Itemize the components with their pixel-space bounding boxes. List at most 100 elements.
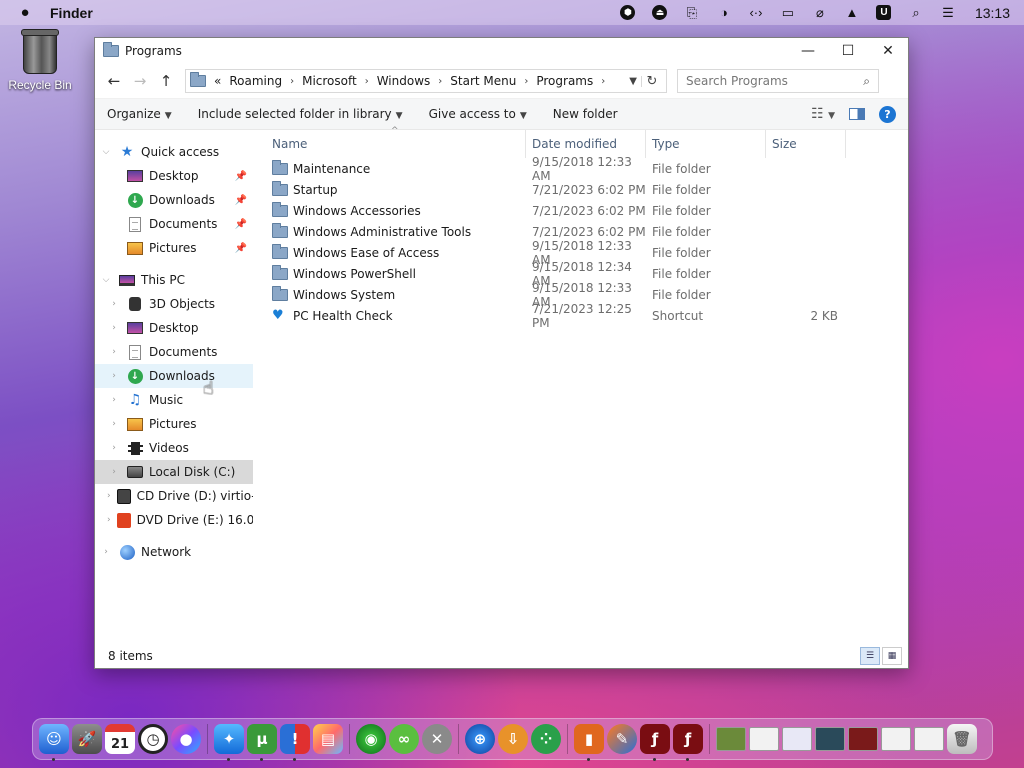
app-name-menu[interactable]: Finder <box>50 5 93 21</box>
up-arrow-icon[interactable]: ↑ <box>153 69 179 93</box>
code-icon[interactable]: ‹·› <box>747 5 765 21</box>
expanded-chevron-icon[interactable]: ⌵ <box>99 275 113 285</box>
breadcrumb-programs[interactable]: Programs <box>536 74 593 88</box>
preview-pane-icon[interactable] <box>849 108 865 120</box>
u-icon[interactable]: U <box>875 5 893 21</box>
menu-bar-clock[interactable]: 13:13 <box>975 5 1010 21</box>
muted-icon[interactable]: ⌀ <box>811 5 829 21</box>
address-bar[interactable]: « Roaming › Microsoft › Windows › Start … <box>185 69 667 93</box>
close-button[interactable]: ✕ <box>868 38 908 64</box>
window-thumbnail[interactable] <box>749 727 779 751</box>
safari-icon[interactable]: ✦ <box>214 724 244 761</box>
download-arrow-icon[interactable]: ⇩ <box>498 724 528 754</box>
pin-icon[interactable]: 📌 <box>235 195 247 206</box>
search-icon[interactable]: ⌕ <box>907 5 925 21</box>
link-icon[interactable]: ∞ <box>389 724 419 754</box>
minimize-button[interactable]: — <box>788 38 828 64</box>
paint-brush-icon[interactable]: ✎ <box>607 724 637 754</box>
utorrent-icon[interactable]: µ <box>247 724 277 761</box>
file-list-pane[interactable]: ^ Name Date modified Type Size Maintenan… <box>253 126 908 635</box>
tools-icon[interactable]: ✕ <box>422 724 452 754</box>
collapsed-chevron-icon[interactable]: › <box>107 467 121 477</box>
refresh-icon[interactable]: ↻ <box>642 74 662 89</box>
window-thumbnail[interactable] <box>881 727 911 751</box>
organize-button[interactable]: Organize ▼ <box>103 103 176 125</box>
new-folder-button[interactable]: New folder <box>549 103 622 125</box>
dots-grid-icon[interactable]: ⁘ <box>531 724 561 754</box>
nav-qa-desktop[interactable]: Desktop 📌 <box>95 164 253 188</box>
arrow-up-icon[interactable]: ▲ <box>843 5 861 21</box>
nav-pc-dvd-drive[interactable]: › DVD Drive (E:) 16.0. <box>95 508 253 532</box>
window-thumbnail[interactable] <box>848 727 878 751</box>
book-icon[interactable]: ▮ <box>574 724 604 761</box>
navigation-pane[interactable]: ⌵ ★ Quick access Desktop 📌 ↓ Downloads 📌… <box>95 130 253 635</box>
window-thumbnail[interactable] <box>716 727 746 751</box>
file-row[interactable]: Maintenance 9/15/2018 12:33 AM File fold… <box>253 155 908 183</box>
apple-logo-icon[interactable]: ● <box>171 724 201 754</box>
search-icon[interactable]: ⌕ <box>863 74 870 89</box>
give-access-button[interactable]: Give access to ▼ <box>425 103 531 125</box>
calendar-icon[interactable]: 21 <box>105 724 135 754</box>
control-center-icon[interactable]: ☰ <box>939 5 957 21</box>
breadcrumb-windows[interactable]: Windows <box>377 74 431 88</box>
search-box[interactable]: Search Programs ⌕ <box>677 69 879 93</box>
nav-pc-music[interactable]: › ♫ Music <box>95 388 253 412</box>
trash-icon[interactable]: 🗑 <box>947 724 977 754</box>
app-status-icon[interactable]: ⬢ <box>619 5 637 21</box>
nav-pc-pictures[interactable]: › Pictures <box>95 412 253 436</box>
display-icon[interactable]: ▭ <box>779 5 797 21</box>
help-icon[interactable]: ? <box>879 105 896 123</box>
flash-player-icon[interactable]: ƒ <box>673 724 703 761</box>
photos-icon[interactable]: ▤ <box>313 724 343 754</box>
eject-circle-icon[interactable]: ⏏ <box>651 5 669 21</box>
breadcrumb-overflow[interactable]: « <box>214 74 221 88</box>
launchpad-icon[interactable]: 🚀 <box>72 724 102 754</box>
clock-icon[interactable]: ◷ <box>138 724 168 754</box>
change-view-icon[interactable]: ☷ ▼ <box>811 106 835 122</box>
finder-icon[interactable]: ☺ <box>39 724 69 761</box>
pin-icon[interactable]: 📌 <box>235 219 247 230</box>
nav-quick-access[interactable]: ⌵ ★ Quick access <box>95 140 253 164</box>
collapsed-chevron-icon[interactable]: › <box>107 443 121 453</box>
nav-pc-desktop[interactable]: › Desktop <box>95 316 253 340</box>
expanded-chevron-icon[interactable]: ⌵ <box>99 147 113 157</box>
clipboard-icon[interactable]: ⎘ <box>683 5 701 21</box>
network-globe-icon[interactable]: ⊕ <box>465 724 495 754</box>
breadcrumb-start-menu[interactable]: Start Menu <box>450 74 516 88</box>
large-icons-view-icon[interactable]: ▦ <box>882 647 902 665</box>
flash-icon[interactable]: ƒ <box>640 724 670 761</box>
back-arrow-icon[interactable]: ← <box>101 69 127 93</box>
column-header-date[interactable]: Date modified <box>526 130 646 158</box>
breadcrumb-chevron-icon[interactable]: › <box>601 76 605 87</box>
file-row[interactable]: Startup 7/21/2023 6:02 PM File folder <box>253 179 908 200</box>
file-row[interactable]: Windows Accessories 7/21/2023 6:02 PM Fi… <box>253 200 908 221</box>
green-globe-icon[interactable]: ◉ <box>356 724 386 754</box>
column-header-size[interactable]: Size <box>766 130 846 158</box>
file-row[interactable]: ♥ PC Health Check 7/21/2023 12:25 PM Shor… <box>253 302 908 330</box>
window-thumbnail[interactable] <box>914 727 944 751</box>
nav-pc-cd-drive[interactable]: › CD Drive (D:) virtio- <box>95 484 253 508</box>
collapsed-chevron-icon[interactable]: › <box>107 515 111 525</box>
nav-qa-downloads[interactable]: ↓ Downloads 📌 <box>95 188 253 212</box>
include-in-library-button[interactable]: Include selected folder in library ▼ <box>194 103 407 125</box>
nav-qa-pictures[interactable]: Pictures 📌 <box>95 236 253 260</box>
collapsed-chevron-icon[interactable]: › <box>107 491 111 501</box>
breadcrumb-chevron-icon[interactable]: › <box>438 76 442 87</box>
collapsed-chevron-icon[interactable]: › <box>107 419 121 429</box>
nav-pc-3d-objects[interactable]: › 3D Objects <box>95 292 253 316</box>
column-header-type[interactable]: Type <box>646 130 766 158</box>
pin-icon[interactable]: 📌 <box>235 243 247 254</box>
collapsed-chevron-icon[interactable]: › <box>107 371 121 381</box>
remote-app-icon[interactable]: ! <box>280 724 310 761</box>
desktop-recycle-bin[interactable]: Recycle Bin <box>6 29 74 92</box>
contrast-icon[interactable]: ◑ <box>715 5 733 21</box>
title-bar[interactable]: Programs — ☐ ✕ <box>95 38 908 64</box>
details-view-icon[interactable]: ☰ <box>860 647 880 665</box>
collapsed-chevron-icon[interactable]: › <box>99 547 113 557</box>
address-history-dropdown-icon[interactable]: ▼ <box>623 75 642 87</box>
nav-qa-documents[interactable]: Documents 📌 <box>95 212 253 236</box>
nav-pc-documents[interactable]: › Documents <box>95 340 253 364</box>
window-thumbnail[interactable] <box>782 727 812 751</box>
window-thumbnail[interactable] <box>815 727 845 751</box>
nav-pc-videos[interactable]: › Videos <box>95 436 253 460</box>
